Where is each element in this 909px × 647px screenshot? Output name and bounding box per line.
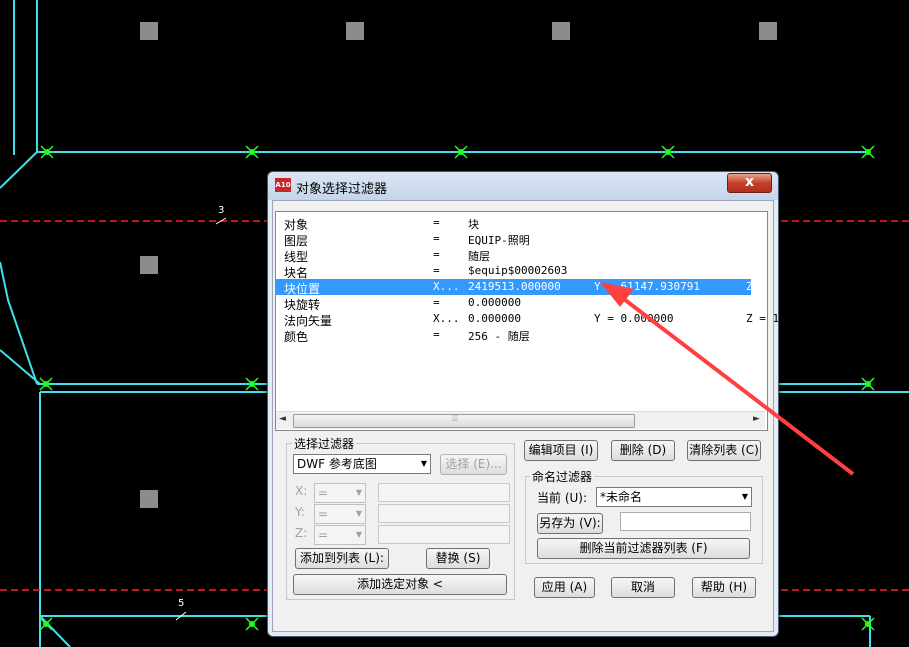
filter-cell-value: $equip$00002603: [468, 264, 568, 277]
z-operator-dropdown[interactable]: = ▼: [314, 525, 366, 545]
filter-list[interactable]: 对象 = 块图层 = EQUIP-照明 线型 = 随层 块名 = $equip$00002603 块位…: [275, 211, 806, 431]
select-filter-group-label: 选择过滤器: [292, 435, 357, 452]
scroll-thumb[interactable]: ⦙⦙⦙: [293, 414, 635, 428]
filter-row-selected[interactable]: 块位置 X... 2419513.000000 Y = 61147.930791 Z: [276, 279, 753, 296]
filter-row[interactable]: 颜色 = 256 - 随层: [276, 327, 751, 344]
filter-cell-value: 0.000000: [468, 296, 521, 309]
clear-list-button[interactable]: 清除列表 (C): [687, 440, 761, 461]
cad-block[interactable]: [759, 22, 777, 40]
scroll-right-icon[interactable]: ►: [753, 414, 760, 424]
title-bar[interactable]: A10 对象选择过滤器 x: [268, 172, 778, 200]
select-button[interactable]: 选择 (E)...: [440, 454, 507, 475]
filter-cell-value: EQUIP-照明: [468, 234, 530, 247]
filter-cell-axis: X...: [433, 280, 460, 293]
scroll-left-icon[interactable]: ◄: [279, 414, 286, 424]
z-value-input[interactable]: [378, 525, 510, 544]
object-selection-filter-dialog: A10 对象选择过滤器 x 对象 = 块图层 = EQUIP-照明 线型 = 随层 块名 = $eq…: [267, 171, 806, 637]
window-title: 对象选择过滤器: [296, 182, 388, 197]
filter-cell-value: 随层: [468, 250, 490, 263]
edit-item-button[interactable]: 编辑项目 (I): [524, 440, 598, 461]
y-label: Y:: [295, 505, 305, 519]
filter-row[interactable]: 图层 = EQUIP-照明: [276, 231, 751, 248]
y-value-input[interactable]: [378, 504, 510, 523]
filter-row[interactable]: 法向矢量 X... 0.000000 Y = 0.000000 Z = 1.000: [276, 311, 806, 328]
delete-button[interactable]: 删除 (D): [611, 440, 675, 461]
filter-cell-op: =: [433, 328, 440, 341]
autocad-app-icon: A10: [275, 178, 291, 192]
apply-button[interactable]: 应用 (A): [534, 577, 595, 598]
scroll-grip-icon: ⦙⦙⦙: [452, 414, 459, 424]
cad-text-label: 5: [178, 598, 185, 609]
chevron-down-icon: ▼: [355, 488, 362, 497]
filter-cell-y: Y = 61147.930791: [594, 280, 700, 293]
filter-cell-value: 块: [468, 218, 479, 231]
delete-current-filter-list-button[interactable]: 删除当前过滤器列表 (F): [537, 538, 750, 559]
z-label: Z:: [295, 526, 308, 540]
current-filter-value: *未命名: [600, 490, 643, 504]
chevron-down-icon: ▼: [355, 530, 362, 539]
filter-cell-name: 颜色: [284, 330, 309, 344]
add-to-list-button[interactable]: 添加到列表 (L):: [295, 548, 389, 569]
x-operator-dropdown[interactable]: = ▼: [314, 483, 366, 503]
current-label: 当前 (U):: [537, 491, 588, 505]
horizontal-scrollbar[interactable]: ◄ ⦙⦙⦙ ►: [276, 411, 765, 429]
current-filter-dropdown[interactable]: *未命名 ▼: [596, 487, 752, 507]
chevron-down-icon: ▼: [355, 509, 362, 518]
x-operator-value: =: [318, 486, 329, 500]
filter-cell-value: 0.000000: [468, 312, 521, 325]
filter-cell-op: =: [433, 296, 440, 309]
replace-button[interactable]: 替换 (S): [426, 548, 490, 569]
filter-cell-z: Z: [746, 280, 753, 293]
filter-cell-value: 2419513.000000: [468, 280, 561, 293]
filter-cell-op: =: [433, 216, 440, 229]
x-value-input[interactable]: [378, 483, 510, 502]
dialog-body: 对象 = 块图层 = EQUIP-照明 线型 = 随层 块名 = $equip$00002603 块位…: [272, 200, 806, 632]
filter-cell-op: =: [433, 232, 440, 245]
filter-row[interactable]: 块旋转 = 0.000000: [276, 295, 751, 312]
cad-block[interactable]: [140, 22, 158, 40]
filter-cell-op: =: [433, 264, 440, 277]
cad-block[interactable]: [346, 22, 364, 40]
y-operator-dropdown[interactable]: = ▼: [314, 504, 366, 524]
cancel-button[interactable]: 取消: [611, 577, 675, 598]
filter-type-dropdown[interactable]: DWF 参考底图 ▼: [293, 454, 431, 474]
filter-cell-op: =: [433, 248, 440, 261]
cad-block[interactable]: [140, 490, 158, 508]
help-button[interactable]: 帮助 (H): [692, 577, 756, 598]
filter-row[interactable]: 线型 = 随层: [276, 247, 751, 264]
cad-line: [0, 151, 38, 189]
filter-row[interactable]: 块名 = $equip$00002603: [276, 263, 751, 280]
add-selected-object-button[interactable]: 添加选定对象 <: [293, 574, 507, 595]
cad-line: [0, 349, 41, 385]
x-label: X:: [295, 484, 308, 498]
filter-cell-axis: X...: [433, 312, 460, 325]
cad-line: [39, 615, 71, 647]
z-operator-value: =: [318, 528, 329, 542]
save-as-button[interactable]: 另存为 (V):: [537, 513, 603, 534]
filter-row[interactable]: 对象 = 块: [276, 215, 751, 232]
chevron-down-icon: ▼: [420, 459, 427, 468]
filter-cell-y: Y = 0.000000: [594, 312, 674, 325]
filter-cell-value: 256 - 随层: [468, 330, 530, 343]
save-as-name-input[interactable]: [620, 512, 751, 531]
named-filter-group-label: 命名过滤器: [530, 468, 595, 485]
chevron-down-icon: ▼: [741, 492, 748, 501]
close-button[interactable]: x: [727, 173, 772, 193]
filter-cell-z: Z = 1.000: [746, 312, 806, 325]
cad-text-label: 3: [218, 205, 225, 216]
cad-block[interactable]: [552, 22, 570, 40]
cad-block[interactable]: [140, 256, 158, 274]
filter-type-value: DWF 参考底图: [297, 457, 377, 471]
y-operator-value: =: [318, 507, 329, 521]
